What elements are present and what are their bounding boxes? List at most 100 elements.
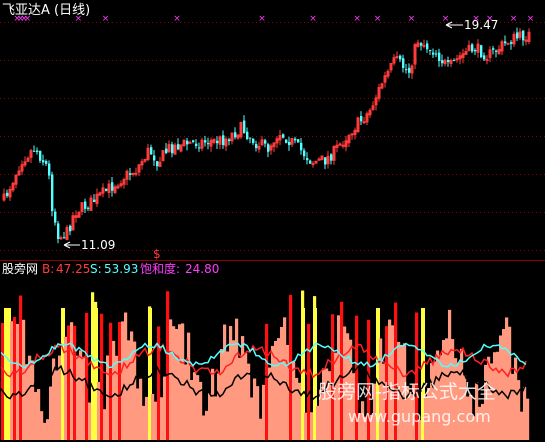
histogram-bar: [82, 356, 86, 440]
high-price-label: 19.47: [464, 18, 498, 32]
histogram-bar: [46, 419, 50, 440]
candles: [2, 27, 531, 244]
histogram-bar: [205, 410, 209, 440]
histogram-bar: [22, 319, 26, 440]
histogram-bar: [25, 364, 29, 440]
histogram-bar: [502, 329, 506, 440]
signal-marker: ×: [510, 14, 518, 24]
candle-body-down: [471, 44, 474, 52]
histogram-bar: [496, 351, 500, 440]
candle-body-down: [204, 140, 207, 143]
candle-body-down: [222, 135, 225, 146]
candle-body-down: [306, 158, 309, 161]
candle-body-down: [153, 155, 156, 161]
histogram-bar: [307, 323, 311, 440]
candle-body-down: [492, 48, 495, 50]
candle-body-up: [59, 237, 63, 240]
candle-body-down: [402, 58, 405, 69]
candle-body-down: [198, 147, 201, 149]
signal-marker: ×: [102, 14, 110, 24]
histogram-bar: [76, 355, 80, 440]
candle-body-down: [195, 143, 198, 147]
histogram-bar: [526, 398, 530, 440]
signal-marker: ×: [527, 14, 535, 24]
histogram-bar: [55, 370, 59, 440]
candle-body-down: [300, 142, 303, 151]
candle-body-down: [408, 67, 411, 73]
histogram-bar: [325, 368, 329, 440]
candle-body-down: [51, 174, 54, 212]
histogram-bar: [31, 360, 35, 440]
histogram-bar: [217, 373, 221, 440]
histogram-bar: [304, 412, 308, 440]
candle-body-down: [129, 173, 132, 175]
candle-body-down: [69, 225, 72, 232]
histogram-bar: [340, 301, 344, 440]
histogram-bar: [271, 345, 275, 440]
histogram-bar: [13, 317, 17, 440]
histogram-bar: [115, 355, 119, 440]
candle-body-down: [405, 69, 408, 71]
candle-body-down: [297, 139, 300, 143]
histogram-bar: [166, 291, 170, 440]
low-annotation: 11.09: [63, 238, 115, 252]
histogram-bar: [169, 319, 173, 440]
candle-body-down: [192, 140, 195, 142]
histogram-bar: [136, 388, 140, 440]
histogram-bar: [508, 326, 512, 440]
histogram-bar: [160, 397, 164, 440]
histogram-bar: [118, 321, 122, 440]
histogram-bar: [151, 393, 155, 440]
candle-body-up: [338, 143, 342, 146]
histogram-bar: [85, 312, 89, 440]
histogram-bar: [208, 393, 212, 440]
candle-body-up: [341, 144, 345, 147]
candle-body-down: [399, 55, 402, 60]
histogram-bar: [79, 350, 83, 440]
candle-body-down: [87, 207, 90, 209]
histogram-bar: [109, 322, 113, 440]
candle-body-down: [45, 161, 48, 164]
low-price-label: 11.09: [81, 238, 115, 252]
signal-marker: ×: [24, 14, 32, 24]
histogram-bar: [130, 331, 134, 440]
candle-body-down: [522, 30, 525, 41]
histogram-bar: [28, 355, 32, 440]
signal-marker: ×: [173, 14, 181, 24]
candle-body-down: [360, 116, 363, 122]
b-label: B:: [42, 262, 54, 276]
candle-body-down: [267, 144, 270, 152]
histogram-bar: [274, 340, 278, 440]
histogram-bar: [286, 344, 290, 440]
signal-marker: ×: [309, 14, 317, 24]
candle-body-down: [234, 132, 237, 138]
candle-body-down: [6, 192, 9, 196]
candle-body-down: [150, 147, 153, 155]
candle-body-down: [438, 52, 441, 61]
candle-body-up: [506, 42, 510, 45]
candle-body-down: [111, 182, 114, 191]
stock-chart: 飞亚达A (日线) ×××× × × × × × × × × × × × × × 19.47 11.09 …: [0, 3, 545, 440]
histogram-bar: [283, 317, 287, 440]
candle-body-down: [48, 163, 51, 176]
candle-body-down: [156, 161, 159, 167]
candle-body-down: [57, 223, 60, 240]
candle-body-down: [309, 160, 312, 164]
candle-body-up: [311, 163, 315, 166]
histogram-bar: [499, 335, 503, 440]
histogram-bar: [172, 326, 176, 440]
signal-marker: ×: [258, 14, 266, 24]
candle-body-down: [303, 150, 306, 157]
candle-body-down: [39, 150, 42, 161]
histogram-bar: [520, 411, 524, 440]
histogram-bar: [103, 409, 107, 440]
candle-body-down: [63, 237, 66, 239]
candle-body-up: [485, 58, 489, 61]
histogram-bar: [244, 352, 248, 440]
candle-body-up: [134, 172, 138, 175]
histogram-bar: [154, 401, 158, 440]
histogram-bar: [253, 378, 257, 440]
candle-body-up: [350, 133, 354, 136]
indicator-name: 股旁网: [2, 261, 38, 276]
candle-body-down: [330, 154, 333, 161]
